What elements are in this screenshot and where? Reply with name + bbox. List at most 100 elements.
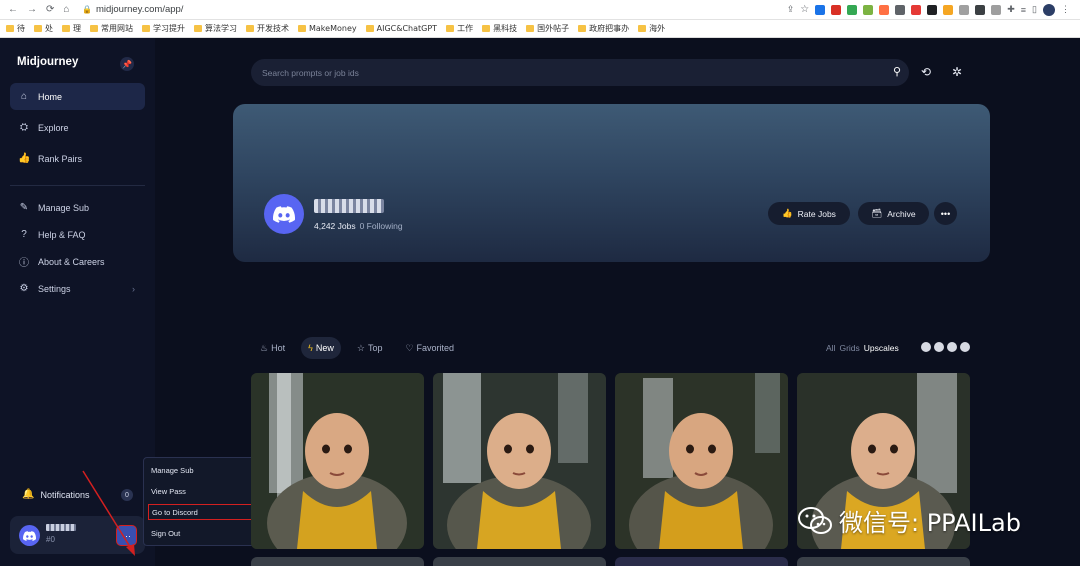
bookmark-folder[interactable]: 常用网站	[90, 23, 133, 34]
sidebar-item-manage-sub[interactable]: ✎ Manage Sub	[10, 194, 145, 221]
following-count[interactable]: 0 Following	[360, 221, 403, 231]
view-option-all[interactable]: All	[826, 343, 835, 353]
monk-child-image	[615, 373, 788, 549]
menu-item-label: Manage Sub	[151, 465, 194, 475]
extension-icon[interactable]	[959, 4, 970, 15]
sidebar-item-label: Explore	[38, 122, 69, 133]
menu-item-go-to-discord[interactable]: Go to Discord ↗	[148, 504, 266, 520]
extension-icon[interactable]	[863, 4, 874, 15]
extension-icon[interactable]	[911, 4, 922, 15]
extension-icon[interactable]	[815, 4, 826, 15]
sidebar-item-home[interactable]: ⌂ Home	[10, 83, 145, 110]
image-card[interactable]	[251, 373, 424, 549]
archive-button[interactable]: 🗃 Archive	[858, 202, 929, 225]
search-input[interactable]: Search prompts or job ids	[262, 68, 359, 78]
magic-wand-icon[interactable]: ✲	[952, 65, 962, 79]
brand-logo[interactable]: Midjourney	[17, 56, 78, 68]
extension-icon[interactable]	[927, 4, 938, 15]
filter-hot[interactable]: ♨ Hot	[253, 337, 292, 359]
size-toggles	[921, 342, 970, 352]
share-icon[interactable]: ⇪	[787, 4, 795, 15]
sidebar-item-label: Home	[38, 91, 63, 102]
browser-toolbar: ← → ⟳ ⌂ 🔒 midjourney.com/app/ ⇪ ☆ ✚ ≡ ▯ …	[0, 0, 1080, 20]
sidebar-item-rank-pairs[interactable]: 👍 Rank Pairs	[10, 145, 145, 172]
search-bar[interactable]: Search prompts or job ids ⚲	[251, 59, 909, 86]
menu-item-label: Go to Discord	[152, 507, 198, 517]
bookmark-folder[interactable]: 处	[34, 23, 53, 34]
face-icon[interactable]	[921, 342, 931, 352]
bookmark-folder[interactable]: MakeMoney	[298, 24, 357, 33]
bookmark-folder[interactable]: 政府把事办	[578, 23, 629, 34]
home-browser-icon[interactable]: ⌂	[63, 4, 69, 15]
filter-top[interactable]: ☆ Top	[350, 337, 390, 359]
back-icon[interactable]: ←	[8, 4, 18, 15]
forward-icon[interactable]: →	[27, 4, 37, 15]
gear-icon: ⚙	[19, 283, 29, 294]
menu-item-label: View Pass	[151, 486, 186, 496]
kebab-icon[interactable]: ⋮	[1061, 4, 1070, 15]
menu-item-manage-sub[interactable]: Manage Sub ☺	[148, 462, 266, 478]
refresh-icon[interactable]: ⟲	[921, 65, 931, 79]
extension-icon[interactable]	[831, 4, 842, 15]
filter-label: Hot	[271, 343, 286, 353]
bookmark-folder[interactable]: 学习提升	[142, 23, 185, 34]
address-bar[interactable]: midjourney.com/app/	[96, 4, 787, 15]
sidebar-item-label: Rank Pairs	[38, 153, 83, 164]
image-card[interactable]	[615, 373, 788, 549]
menu-item-sign-out[interactable]: Sign Out ⇥	[148, 525, 266, 541]
image-card[interactable]	[433, 373, 606, 549]
folder-icon	[482, 25, 491, 32]
bookmark-folder[interactable]: AIGC&ChatGPT	[365, 24, 437, 33]
sidebar-item-label: Settings	[38, 283, 71, 294]
bookmark-star-icon[interactable]: ☆	[800, 4, 809, 15]
bookmark-folder[interactable]: 海外	[638, 23, 665, 34]
bookmark-folder[interactable]: 国外帖子	[526, 23, 569, 34]
filter-new[interactable]: ϟ New	[301, 337, 341, 359]
image-card[interactable]	[615, 557, 788, 566]
view-option-grids[interactable]: Grids	[839, 343, 859, 353]
menu-lines-icon[interactable]: ≡	[1021, 5, 1026, 15]
bookmark-folder[interactable]: 理	[62, 23, 81, 34]
rate-jobs-button[interactable]: 👍 Rate Jobs	[768, 202, 850, 225]
bookmark-folder[interactable]: 开发技术	[246, 23, 289, 34]
image-card[interactable]	[433, 557, 606, 566]
profile-avatar	[264, 194, 304, 234]
thumbs-up-icon: 👍	[18, 153, 31, 164]
sidebar-item-help[interactable]: ? Help & FAQ	[10, 221, 145, 248]
bookmark-folder[interactable]: 工作	[446, 23, 473, 34]
extension-icon[interactable]	[879, 4, 890, 15]
filter-favorited[interactable]: ♡ Favorited	[398, 337, 461, 359]
extension-icon[interactable]	[847, 4, 858, 15]
face-icon[interactable]	[960, 342, 970, 352]
search-icon[interactable]: ⚲	[893, 65, 901, 78]
image-card[interactable]	[251, 557, 424, 566]
profile-more-button[interactable]: •••	[934, 202, 957, 225]
puzzle-icon[interactable]: ✚	[1007, 4, 1015, 15]
midjourney-app: Midjourney 📌 ⌂ Home ⛭ Explore 👍 Rank Pai…	[0, 38, 1080, 566]
sidebar-item-settings[interactable]: ⚙ Settings ›	[10, 275, 145, 302]
folder-icon	[638, 25, 647, 32]
extension-icon[interactable]	[975, 4, 986, 15]
sidebar-item-about[interactable]: ⓘ About & Careers	[10, 248, 145, 275]
profile-avatar-icon[interactable]	[1043, 3, 1055, 16]
feed-filters: ♨ Hot ϟ New ☆ Top ♡ Favorited	[253, 337, 461, 359]
image-card[interactable]	[797, 557, 970, 566]
view-option-upscales[interactable]: Upscales	[864, 343, 899, 353]
bookmark-folder[interactable]: 黑科技	[482, 23, 517, 34]
reload-icon[interactable]: ⟳	[46, 4, 54, 15]
sidebar-item-explore[interactable]: ⛭ Explore	[10, 114, 145, 141]
menu-item-view-pass[interactable]: View Pass ▣	[148, 483, 266, 499]
sidepanel-icon[interactable]: ▯	[1032, 4, 1037, 15]
face-icon[interactable]	[934, 342, 944, 352]
bookmark-folder[interactable]: 算法学习	[194, 23, 237, 34]
extension-icon[interactable]	[943, 4, 954, 15]
pin-icon[interactable]: 📌	[120, 57, 134, 71]
face-icon[interactable]	[947, 342, 957, 352]
jobs-count[interactable]: 4,242 Jobs	[314, 221, 356, 231]
thumbs-up-icon: 👍	[782, 208, 793, 218]
bolt-icon: ϟ	[308, 343, 313, 353]
extension-icon[interactable]	[895, 4, 906, 15]
wechat-watermark: 微信号: PPAILab	[797, 503, 1021, 538]
extension-icon[interactable]	[991, 4, 1002, 15]
bookmark-folder[interactable]: 待	[6, 23, 25, 34]
